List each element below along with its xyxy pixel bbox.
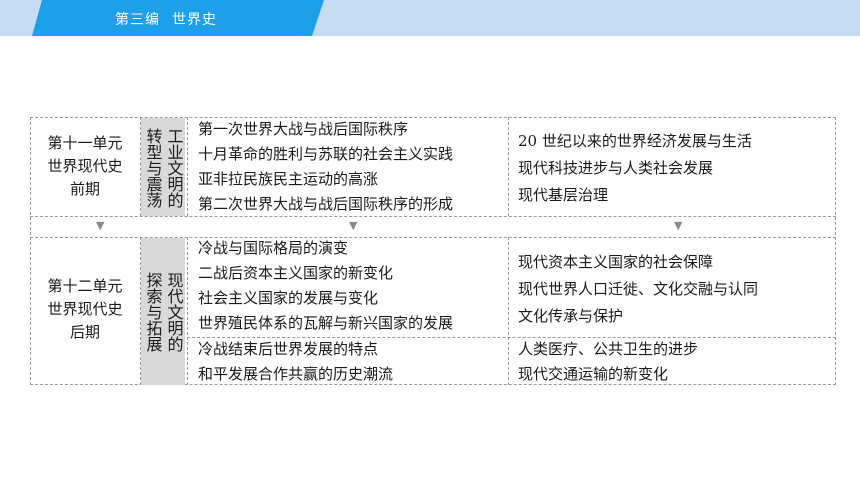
unit-line: 第十一单元 (47, 134, 123, 152)
event-item: 第二次世界大战与战后国际秩序的形成 (198, 195, 454, 213)
unit-line: 世界现代史 (47, 157, 123, 175)
arrow-down-icon: ▼ (96, 219, 105, 232)
header-title: 第三编 世界史 (115, 9, 229, 29)
topic-item: 现代科技进步与人类社会发展 (518, 159, 714, 177)
unit-line: 第十二单元 (47, 277, 123, 295)
theme-column: 现代文明的 (164, 272, 184, 355)
unit-line: 后期 (69, 323, 100, 341)
topics-list: 现代资本主义国家的社会保障 现代世界人口迁徙、文化交融与认同 文化传承与保护 (518, 249, 758, 330)
topic-item: 人类医疗、公共卫生的进步 (518, 340, 699, 358)
topic-item: 现代交通运输的新变化 (518, 365, 669, 383)
col-divider-events-2 (508, 237, 509, 385)
unit-line: 世界现代史 (47, 300, 123, 318)
event-item: 十月革命的胜利与苏联的社会主义实践 (198, 145, 454, 163)
theme-cell: 现代文明的 探索与拓展 (141, 238, 185, 385)
subject-label: 世界史 (172, 12, 217, 28)
theme-text: 现代文明的 (164, 272, 184, 352)
event-item: 社会主义国家的发展与变化 (198, 289, 379, 307)
arrow-down-icon: ▼ (349, 219, 358, 232)
topic-item: 20 世纪以来的世界经济发展与生活 (518, 132, 752, 150)
col-divider-theme-2 (187, 237, 188, 385)
arrow-down-icon: ▼ (674, 219, 683, 232)
events-list: 冷战与国际格局的演变 二战后资本主义国家的新变化 社会主义国家的发展与变化 世界… (198, 236, 453, 336)
events-list: 第一次世界大战与战后国际秩序 十月革命的胜利与苏联的社会主义实践 亚非拉民族民主… (198, 117, 453, 217)
col-divider-events-1 (508, 117, 509, 216)
topic-item: 现代基层治理 (518, 186, 609, 204)
theme-column: 探索与拓展 (143, 272, 163, 355)
topic-item: 文化传承与保护 (518, 307, 624, 325)
event-item: 二战后资本主义国家的新变化 (198, 264, 394, 282)
theme-text: 探索与拓展 (143, 272, 163, 352)
event-item: 和平发展合作共赢的历史潮流 (198, 365, 394, 383)
theme-text: 转型与震荡 (143, 128, 163, 208)
topic-item: 现代世界人口迁徙、文化交融与认同 (518, 280, 759, 298)
unit-cell: 第十二单元 世界现代史 后期 (30, 275, 140, 344)
topics-list: 20 世纪以来的世界经济发展与生活 现代科技进步与人类社会发展 现代基层治理 (518, 128, 752, 209)
topic-item: 现代资本主义国家的社会保障 (518, 253, 714, 271)
section-label: 第三编 (115, 12, 160, 28)
unit-line: 前期 (69, 180, 100, 198)
theme-column: 工业文明的 (164, 128, 184, 211)
event-item: 世界殖民体系的瓦解与新兴国家的发展 (198, 314, 454, 332)
event-item: 亚非拉民族民主运动的高涨 (198, 170, 379, 188)
unit-cell: 第十一单元 世界现代史 前期 (30, 132, 140, 201)
events-list: 冷战结束后世界发展的特点 和平发展合作共赢的历史潮流 (198, 337, 393, 387)
theme-cell: 工业文明的 转型与震荡 (141, 118, 185, 216)
theme-text: 工业文明的 (164, 128, 184, 208)
event-item: 冷战结束后世界发展的特点 (198, 340, 379, 358)
event-item: 冷战与国际格局的演变 (198, 239, 349, 257)
event-item: 第一次世界大战与战后国际秩序 (198, 120, 409, 138)
topics-list: 人类医疗、公共卫生的进步 现代交通运输的新变化 (518, 337, 698, 387)
theme-column: 转型与震荡 (143, 128, 163, 211)
col-divider-theme-1 (187, 117, 188, 216)
